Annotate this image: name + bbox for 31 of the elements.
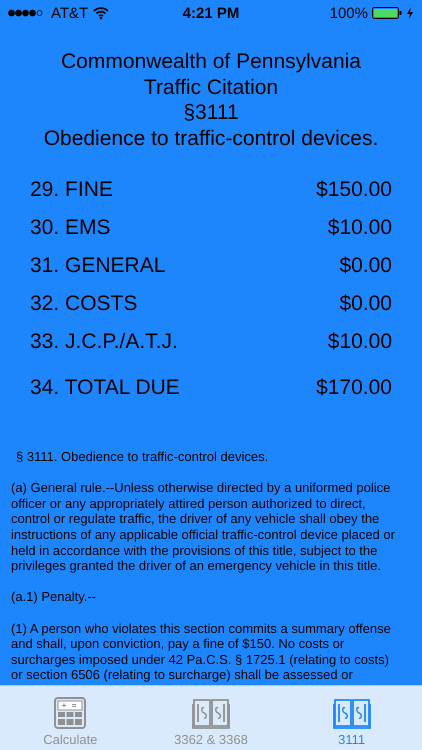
tab-item[interactable]: Calculate (15, 686, 126, 750)
clock-time: 4:21 PM (182, 4, 240, 22)
fee-label: 32. COSTS (30, 292, 138, 316)
wifi-icon (93, 6, 110, 20)
header-line: Traffic Citation (144, 74, 278, 100)
total-label: 34. TOTAL DUE (30, 376, 180, 400)
statute-paragraph: (a.1) Penalty.-- (11, 589, 98, 605)
tab-item[interactable]: 3362 & 3368 (156, 686, 266, 750)
fee-amount: $0.00 (339, 254, 392, 278)
fee-amount: $10.00 (328, 330, 392, 354)
tab-item[interactable]: 3111 (296, 686, 407, 750)
battery-icon (372, 7, 402, 19)
carrier-name: AT&T (51, 4, 88, 22)
statute-paragraph: (a) General rule.--Unless otherwise directed by a uniformed police officer or any appropriately attired person authorized to direct, control or regulate traffic, the driver of any vehicle shall obey the instructions of any applicable official traffic-control device placed or held in accordance with the provisions of this title, subject to the privileges granted the driver of an emergency vehicle in this title. (11, 480, 396, 574)
header-line: Commonwealth of Pennsylvania (61, 49, 361, 74)
header-line: Obedience to traffic-control devices. (44, 126, 378, 151)
book-icon (332, 696, 371, 729)
fee-amount: $0.00 (339, 292, 392, 316)
fee-label: 30. EMS (30, 216, 111, 240)
fee-amount: $150.00 (316, 178, 392, 202)
book-icon (192, 696, 230, 729)
fee-label: 29. FINE (30, 178, 113, 202)
statute-paragraph: (1) A person who violates this section commits a summary offense and shall, upon conviction, pay a fine of $150. No costs or surcharges imposed under 42 Pa.C.S. § 1725.1 (relating to costs) or section 6506 (relating to surcharge) shall be assessed or (11, 620, 392, 683)
section-heading: § 3111. Obedience to traffic-control devices. (15, 449, 270, 465)
fee-amount: $10.00 (328, 216, 392, 240)
header-line: §3111 (183, 100, 239, 126)
fee-label: 33. J.C.P./A.T.J. (30, 330, 178, 354)
total-amount: $170.00 (316, 376, 392, 400)
fee-label: 31. GENERAL (30, 254, 166, 278)
battery-percent: 100% (330, 4, 368, 22)
calculator-icon (54, 697, 86, 729)
